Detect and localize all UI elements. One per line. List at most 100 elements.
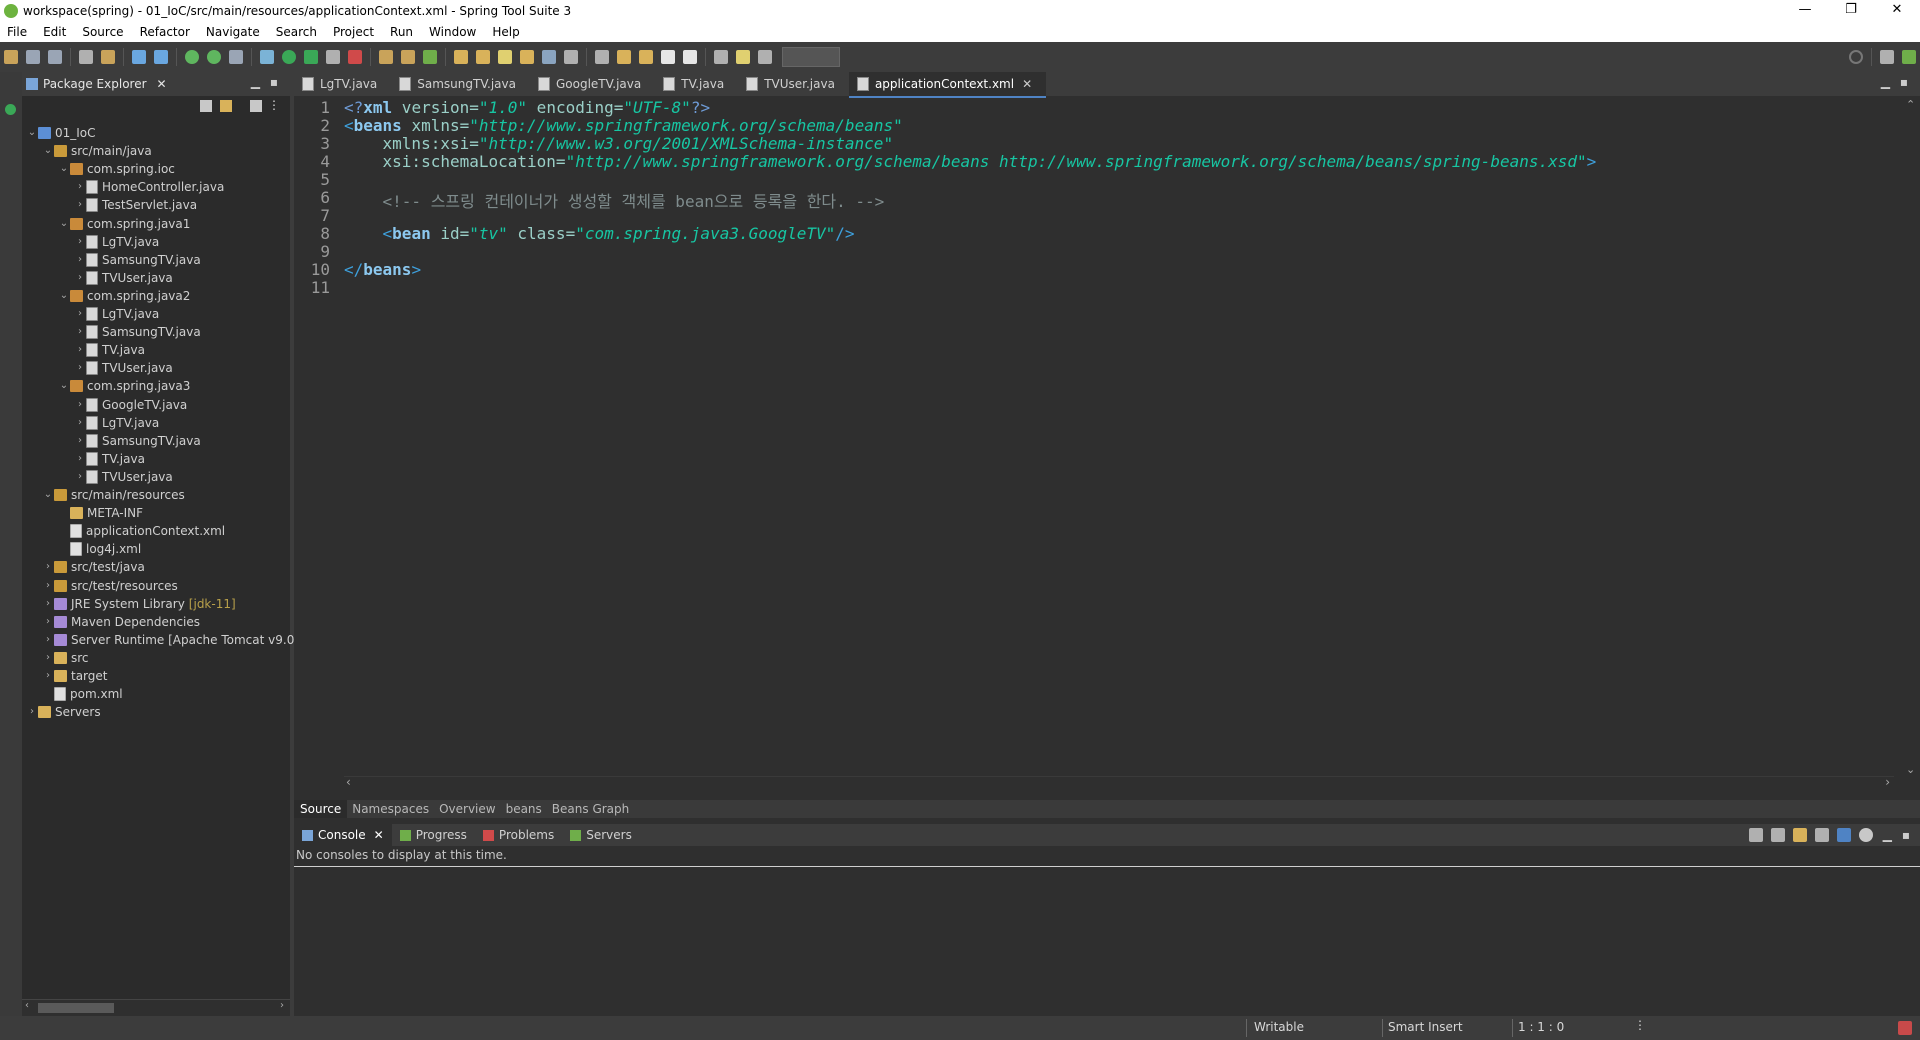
code-line[interactable]: xsi:schemaLocation="http://www.springfra…	[344, 152, 1597, 171]
tree-item[interactable]: pom.xml	[42, 685, 123, 703]
chevron-down-icon[interactable]: ⌄	[42, 486, 54, 504]
chevron-right-icon[interactable]: ›	[74, 468, 86, 486]
code-line[interactable]: </beans>	[344, 260, 421, 279]
chevron-down-icon[interactable]: ⌄	[58, 160, 70, 178]
chevron-right-icon[interactable]: ›	[74, 251, 86, 269]
search-icon[interactable]	[1849, 50, 1863, 64]
menu-source[interactable]: Source	[75, 25, 132, 39]
tree-item[interactable]: › SamsungTV.java	[74, 251, 201, 269]
maximize-button[interactable]: ❐	[1828, 0, 1874, 22]
minimize-editor-icon[interactable]: ▁	[1881, 75, 1890, 89]
close-icon[interactable]: ✕	[374, 828, 384, 842]
editor-tab[interactable]: TV.java	[655, 72, 738, 96]
pin-editor-icon[interactable]	[714, 50, 728, 64]
tab-beans-graph[interactable]: Beans Graph	[547, 802, 634, 816]
back-history-icon[interactable]	[639, 50, 653, 64]
tree-item[interactable]: ⌄ com.spring.java1	[58, 215, 191, 233]
code-line[interactable]: <bean id="tv" class="com.spring.java3.Go…	[344, 224, 855, 243]
tree-item[interactable]: ⌄ com.spring.ioc	[58, 160, 175, 178]
chevron-right-icon[interactable]: ›	[42, 577, 54, 595]
code-editor[interactable]: 1 <?xml version="1.0" encoding="UTF-8"?> 2…	[294, 98, 1894, 776]
new-class-icon[interactable]	[423, 50, 437, 64]
relaunch-icon[interactable]	[207, 50, 221, 64]
editor-tab[interactable]: LgTV.java	[294, 72, 391, 96]
scroll-up-icon[interactable]: ⌃	[1906, 98, 1915, 111]
save-all-icon[interactable]	[48, 50, 62, 64]
collapse-all-icon[interactable]	[200, 100, 212, 112]
tab-problems[interactable]: Problems	[475, 824, 562, 846]
tree-item[interactable]: › LgTV.java	[74, 233, 159, 251]
chevron-right-icon[interactable]: ›	[74, 359, 86, 377]
chevron-right-icon[interactable]: ›	[74, 178, 86, 196]
task-icon[interactable]	[520, 50, 534, 64]
code-line[interactable]: <!-- 스프링 컨테이너가 생성할 객체를 bean으로 등록을 한다. --…	[344, 188, 885, 212]
menu-help[interactable]: Help	[485, 25, 528, 39]
horizontal-scrollbar[interactable]: ‹ ›	[22, 999, 290, 1016]
tab-namespaces[interactable]: Namespaces	[347, 802, 434, 816]
stop-icon[interactable]	[229, 50, 243, 64]
save-icon[interactable]	[26, 50, 40, 64]
vertical-scrollbar[interactable]: ⌃ ⌄	[1900, 98, 1920, 776]
back-arrow-icon[interactable]	[661, 50, 675, 64]
chevron-right-icon[interactable]: ›	[42, 558, 54, 576]
open-perspective-icon[interactable]	[1880, 50, 1894, 64]
ant-icon[interactable]	[348, 50, 362, 64]
print-icon[interactable]	[79, 50, 93, 64]
minimize-view-icon[interactable]: ▁	[251, 75, 260, 89]
chevron-down-icon[interactable]: ⌄	[58, 287, 70, 305]
editor-tab[interactable]: applicationContext.xml ✕	[848, 72, 1047, 98]
forward-arrow-icon[interactable]	[683, 50, 697, 64]
menu-edit[interactable]: Edit	[36, 25, 75, 39]
open-folder-icon[interactable]	[454, 50, 468, 64]
highlight-icon[interactable]	[736, 50, 750, 64]
tree-item[interactable]: ⌄ src/main/java	[42, 142, 152, 160]
tree-item[interactable]: › TVUser.java	[74, 269, 173, 287]
tree-item[interactable]: › JRE System Library [jdk-11]	[42, 595, 236, 613]
editor-horizontal-scrollbar[interactable]: ‹ ›	[344, 775, 1894, 791]
menu-file[interactable]: File	[0, 25, 36, 39]
chevron-right-icon[interactable]: ›	[42, 595, 54, 613]
close-icon[interactable]: ✕	[1022, 72, 1032, 96]
open-console-icon[interactable]	[1792, 828, 1807, 842]
debug-icon[interactable]	[260, 50, 274, 64]
code-line[interactable]: xmlns:xsi="http://www.w3.org/2001/XMLSch…	[344, 134, 894, 153]
new-package-icon[interactable]	[401, 50, 415, 64]
tree-item[interactable]: ⌄ src/main/resources	[42, 486, 185, 504]
chevron-right-icon[interactable]: ›	[74, 196, 86, 214]
next-annotation-icon[interactable]	[595, 50, 609, 64]
display-console-icon[interactable]	[1770, 828, 1785, 842]
chevron-down-icon[interactable]: ⌄	[58, 215, 70, 233]
menu-search[interactable]: Search	[269, 25, 326, 39]
chevron-right-icon[interactable]: ›	[74, 432, 86, 450]
tab-source[interactable]: Source	[294, 800, 348, 818]
tab-package-explorer[interactable]: Package Explorer ✕	[26, 74, 167, 94]
tree-item[interactable]: ⌄ 01_IoC	[26, 124, 96, 142]
close-icon[interactable]: ✕	[157, 77, 167, 91]
tree-item[interactable]: › TVUser.java	[74, 468, 173, 486]
tab-servers[interactable]: Servers	[562, 824, 640, 846]
scroll-left-icon[interactable]: ‹	[346, 775, 351, 789]
chevron-right-icon[interactable]: ›	[74, 396, 86, 414]
tree-item[interactable]: › Server Runtime [Apache Tomcat v9.0]	[42, 631, 299, 649]
chevron-right-icon[interactable]: ›	[42, 631, 54, 649]
tree-item[interactable]: › src	[42, 649, 89, 667]
scroll-down-icon[interactable]: ⌄	[1906, 763, 1915, 776]
editor-tab[interactable]: TVUser.java	[738, 72, 849, 96]
chevron-right-icon[interactable]: ›	[42, 667, 54, 685]
tree-item[interactable]: › SamsungTV.java	[74, 323, 201, 341]
scroll-right-icon[interactable]: ›	[280, 1000, 284, 1011]
tree-item[interactable]: › HomeController.java	[74, 178, 224, 196]
chevron-down-icon[interactable]: ⌄	[58, 377, 70, 395]
tree-item[interactable]: › Maven Dependencies	[42, 613, 200, 631]
tree-item[interactable]: › TV.java	[74, 450, 145, 468]
tree-item[interactable]: › TVUser.java	[74, 359, 173, 377]
chevron-down-icon[interactable]: ⌄	[26, 124, 38, 142]
chevron-right-icon[interactable]: ›	[74, 450, 86, 468]
tree-item[interactable]: ⌄ com.spring.java2	[58, 287, 191, 305]
tab-beans[interactable]: beans	[501, 802, 547, 816]
tree-item[interactable]: applicationContext.xml	[58, 522, 225, 540]
search-web-icon[interactable]	[542, 50, 556, 64]
chevron-right-icon[interactable]: ›	[74, 305, 86, 323]
boot-dashboard-icon[interactable]	[5, 104, 16, 115]
tree-item[interactable]: ⌄ com.spring.java3	[58, 377, 191, 395]
